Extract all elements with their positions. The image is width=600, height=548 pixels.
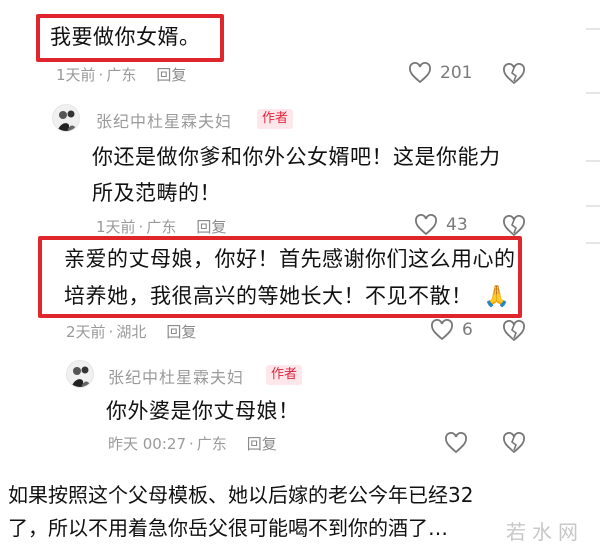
meta-separator: ·: [98, 65, 104, 84]
reply-button[interactable]: 回复: [247, 433, 277, 454]
pray-emoji-icon: 🙏: [483, 284, 511, 308]
heart-icon: [431, 319, 453, 341]
edge-divider: [586, 205, 600, 207]
comment-time: 2天前: [66, 323, 106, 341]
comment-meta: 1天前 · 广东 回复: [56, 64, 186, 85]
comment-location: 广东: [196, 435, 227, 453]
avatar[interactable]: [52, 104, 80, 132]
heart-icon[interactable]: [444, 432, 468, 454]
comment-time: 1天前: [96, 218, 136, 236]
reply-button[interactable]: 回复: [156, 64, 186, 85]
comment-meta: 昨天 00:27 · 广东 回复: [108, 433, 277, 454]
like-button[interactable]: 201: [408, 62, 472, 84]
dislike-icon[interactable]: [502, 320, 526, 342]
caption-line: 了，所以不用着急你岳父很可能喝不到你的酒了…: [8, 516, 448, 540]
watermark: 若水网: [506, 520, 584, 544]
like-count: 43: [446, 215, 468, 235]
comment-location: 湖北: [116, 323, 147, 341]
comment-text: 所及范畴的！: [92, 181, 221, 205]
comment-text: 我要做你女婿。: [50, 25, 201, 49]
comment-meta: 2天前 · 湖北 回复: [66, 321, 196, 342]
meta-separator: ·: [138, 217, 144, 236]
like-count: 201: [440, 63, 473, 83]
comment-location: 广东: [146, 218, 177, 236]
author-name[interactable]: 张纪中杜星霖夫妇: [108, 364, 244, 388]
comment-location: 广东: [106, 66, 137, 84]
meta-separator: ·: [108, 322, 114, 341]
heart-icon: [409, 62, 431, 84]
comment-text: 你还是做你爹和你外公女婿吧！这是你能力: [92, 145, 501, 169]
edge-divider: [586, 242, 600, 244]
meta-separator: ·: [189, 434, 194, 453]
reply-button[interactable]: 回复: [166, 321, 196, 342]
caption-line: 如果按照这个父母模板、她以后嫁的老公今年已经32: [8, 483, 474, 507]
dislike-icon[interactable]: [502, 432, 526, 454]
like-button[interactable]: 43: [414, 214, 468, 236]
comment-text-line: 培养她，我很高兴的等她长大！不见不散！: [64, 284, 473, 308]
comment-time: 昨天 00:27: [108, 435, 186, 453]
comment-time: 1天前: [56, 66, 96, 84]
author-name[interactable]: 张纪中杜星霖夫妇: [96, 108, 232, 132]
comment-text: 你外婆是你丈母娘！: [106, 399, 300, 423]
author-badge: 作者: [257, 109, 294, 129]
edge-divider: [586, 92, 600, 94]
avatar[interactable]: [66, 360, 94, 388]
like-button[interactable]: 6: [430, 319, 473, 341]
comment-text: 培养她，我很高兴的等她长大！不见不散！ 🙏: [64, 279, 510, 314]
reply-button[interactable]: 回复: [196, 216, 226, 237]
edge-divider: [586, 160, 600, 162]
dislike-icon[interactable]: [502, 215, 526, 237]
like-count: 6: [462, 320, 473, 340]
comment-meta: 1天前 · 广东 回复: [96, 216, 226, 237]
edge-divider: [586, 28, 600, 30]
dislike-icon[interactable]: [502, 63, 526, 85]
comment-text: 亲爱的丈母娘，你好！首先感谢你们这么用心的: [64, 247, 516, 271]
heart-icon: [415, 214, 437, 236]
author-badge: 作者: [266, 365, 303, 385]
